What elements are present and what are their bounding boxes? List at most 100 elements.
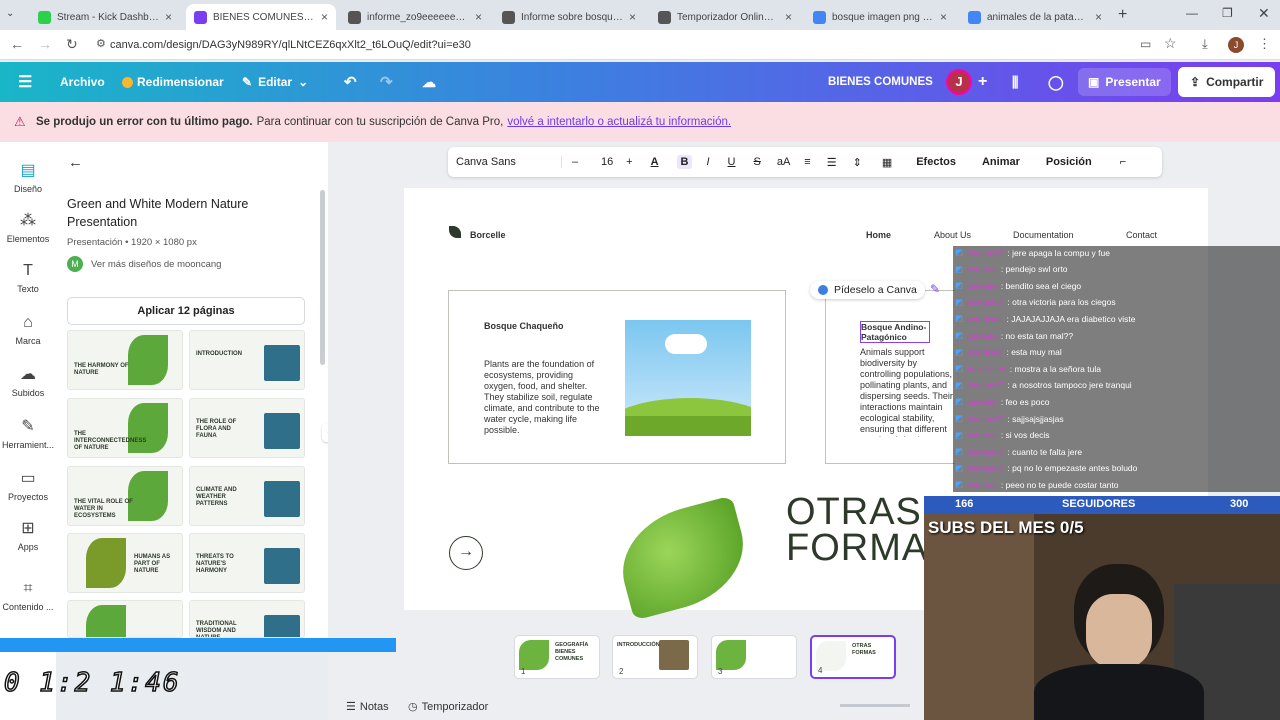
notes-button[interactable]: ☰ Notas xyxy=(346,700,389,713)
collaborator-avatar[interactable]: J xyxy=(946,69,972,95)
close-tab-icon[interactable]: × xyxy=(165,10,172,24)
minimize-icon[interactable]: — xyxy=(1186,6,1198,20)
letter-case-icon[interactable]: aA xyxy=(777,156,790,168)
page-thumbnail[interactable]: GEOGRAFÍA BIENES COMUNES 1 xyxy=(514,635,600,679)
card-bosque-andino[interactable]: Bosque Andino-Patagónico Animals support… xyxy=(825,290,955,464)
template-thumbnail[interactable]: THE INTERCONNECTEDNESS OF NATURE xyxy=(67,398,183,458)
font-size-field[interactable]: 16 xyxy=(594,156,620,168)
spacing-icon[interactable]: ⇕ xyxy=(853,156,862,169)
redo-icon[interactable]: ↷ xyxy=(380,62,393,102)
rail-item-brand[interactable]: ⌂ Marca xyxy=(0,314,56,346)
restore-icon[interactable]: ❐ xyxy=(1222,6,1233,20)
close-tab-icon[interactable]: × xyxy=(1095,10,1102,24)
strikethrough-icon[interactable]: S xyxy=(753,156,760,168)
retry-payment-link[interactable]: volvé a intentarlo o actualizá tu inform… xyxy=(507,116,731,128)
browser-tab[interactable]: Informe sobre bosques × xyxy=(494,4,644,30)
card-bosque-chaqueno[interactable]: Bosque Chaqueño Plants are the foundatio… xyxy=(448,290,786,464)
magic-edit-icon[interactable]: ✎ xyxy=(930,282,940,296)
bookmark-star-icon[interactable]: ☆ xyxy=(1164,35,1177,52)
rail-item-text[interactable]: T Texto xyxy=(0,262,56,294)
apply-pages-button[interactable]: Aplicar 12 páginas xyxy=(67,297,305,325)
template-thumbnail[interactable]: INTRODUCTION xyxy=(189,330,305,390)
comment-icon[interactable]: ◯ xyxy=(1048,62,1064,102)
page-thumbnail[interactable]: OTRAS FORMAS 4 xyxy=(810,635,896,679)
file-menu-button[interactable]: Archivo xyxy=(60,62,105,102)
timer-button[interactable]: ◷ Temporizador xyxy=(408,700,488,713)
rail-item-uploads[interactable]: ☁ Subidos xyxy=(0,364,56,398)
close-tab-icon[interactable]: × xyxy=(629,10,636,24)
underline-icon[interactable]: U xyxy=(728,156,736,168)
rail-item-content[interactable]: ⌗ Contenido ... xyxy=(0,580,56,612)
document-title[interactable]: BIENES COMUNES xyxy=(828,62,933,102)
template-thumbnail[interactable]: THE VITAL ROLE OF WATER IN ECOSYSTEMS xyxy=(67,466,183,526)
align-icon[interactable]: ≡ xyxy=(804,156,810,168)
position-button[interactable]: Posición xyxy=(1046,156,1092,168)
copy-style-icon[interactable]: ⌐ xyxy=(1120,156,1126,168)
back-arrow-icon[interactable]: ← xyxy=(68,154,83,171)
cloud-saved-icon[interactable]: ☁ xyxy=(422,62,436,102)
browser-tab[interactable]: bosque imagen png - Bu × xyxy=(805,4,955,30)
browser-tab[interactable]: Stream - Kick Dashboard × xyxy=(30,4,180,30)
tab-list-chevron-icon[interactable]: ⌄ xyxy=(6,8,14,19)
slide-big-title-line2: FORMA xyxy=(786,527,929,569)
template-thumbnail[interactable]: CLIMATE AND WEATHER PATTERNS xyxy=(189,466,305,526)
rail-item-elements[interactable]: ⁂ Elementos xyxy=(0,210,56,244)
rail-item-tools[interactable]: ✎ Herramient... xyxy=(0,416,56,450)
download-icon[interactable]: ⤓ xyxy=(1202,36,1208,52)
present-button[interactable]: ▣ Presentar xyxy=(1078,68,1171,96)
template-thumbnail[interactable]: THE ROLE OF FLORA AND FAUNA xyxy=(189,398,305,458)
resize-button[interactable]: Redimensionar xyxy=(122,62,224,102)
forward-icon[interactable]: → xyxy=(38,36,52,52)
template-thumbnail[interactable]: HUMANS AS PART OF NATURE xyxy=(67,533,183,593)
template-thumbnail[interactable]: THREATS TO NATURE'S HARMONY xyxy=(189,533,305,593)
text-color-icon[interactable]: A xyxy=(651,156,659,168)
edit-menu-button[interactable]: ✎ Editar ⌄ xyxy=(242,62,308,102)
rail-item-apps[interactable]: ⊞ Apps xyxy=(0,518,56,552)
new-tab-button[interactable]: + xyxy=(1118,6,1127,24)
profile-avatar[interactable]: J xyxy=(1228,37,1244,53)
close-window-icon[interactable]: ✕ xyxy=(1258,5,1270,22)
site-info-icon[interactable]: ⚙ xyxy=(96,37,106,50)
template-thumbnail[interactable]: THE HARMONY OF NATURE xyxy=(67,330,183,390)
effects-button[interactable]: Efectos xyxy=(916,156,956,168)
page-thumbnail[interactable]: INTRODUCCIÓN 2 xyxy=(612,635,698,679)
decrease-size-icon[interactable]: – xyxy=(572,156,578,168)
panel-scrollbar[interactable] xyxy=(320,190,325,365)
close-tab-icon[interactable]: × xyxy=(940,10,947,24)
increase-size-icon[interactable]: + xyxy=(626,156,632,168)
italic-icon[interactable]: I xyxy=(706,156,709,168)
analytics-icon[interactable]: ⫼ xyxy=(1012,62,1018,102)
back-icon[interactable]: ← xyxy=(10,36,24,52)
author-link[interactable]: Ver más diseños de mooncang xyxy=(91,259,221,270)
undo-icon[interactable]: ↶ xyxy=(344,62,357,102)
share-button[interactable]: ⇪ Compartir xyxy=(1178,67,1276,97)
install-icon[interactable]: ▭ xyxy=(1140,37,1151,51)
chat-text: : a nosotros tampoco jere tranqui xyxy=(1007,380,1132,391)
template-thumbnail[interactable]: TRADITIONAL WISDOM AND NATURE xyxy=(189,600,305,638)
transparency-icon[interactable]: ▦ xyxy=(882,156,892,169)
browser-menu-icon[interactable]: ⋮ xyxy=(1258,36,1271,52)
ask-canva-pill[interactable]: Pídeselo a Canva xyxy=(810,281,925,299)
add-collaborator-icon[interactable]: + xyxy=(978,62,987,102)
browser-tab[interactable]: Temporizador Online - R × xyxy=(650,4,800,30)
font-selector[interactable]: Canva Sans xyxy=(456,156,562,168)
reload-icon[interactable]: ↻ xyxy=(66,36,78,53)
rail-item-projects[interactable]: ▭ Proyectos xyxy=(0,468,56,502)
chat-message: ◩ kinetas67: cuanto te falta jere xyxy=(955,444,1082,459)
url-field[interactable]: canva.com/design/DAG3yN989RY/qlLNtCEZ6qx… xyxy=(110,36,1130,54)
template-thumbnail[interactable] xyxy=(67,600,183,638)
rail-item-design[interactable]: ▤ Diseño xyxy=(0,160,56,194)
close-tab-icon[interactable]: × xyxy=(785,10,792,24)
animate-button[interactable]: Animar xyxy=(982,156,1020,168)
zoom-slider[interactable] xyxy=(840,704,910,707)
close-tab-icon[interactable]: × xyxy=(475,10,482,24)
browser-tab[interactable]: BIENES COMUNES - Pres × xyxy=(186,4,336,30)
close-tab-icon[interactable]: × xyxy=(321,10,328,24)
list-icon[interactable]: ☰ xyxy=(827,156,837,169)
page-thumbnail[interactable]: 3 xyxy=(711,635,797,679)
bold-icon[interactable]: B xyxy=(676,155,693,169)
hamburger-menu-icon[interactable]: ☰ xyxy=(18,62,32,102)
card2-title[interactable]: Bosque Andino-Patagónico xyxy=(860,321,930,343)
browser-tab[interactable]: informe_zo9eeeeeeeee × xyxy=(340,4,490,30)
browser-tab[interactable]: animales de la patagonie × xyxy=(960,4,1110,30)
